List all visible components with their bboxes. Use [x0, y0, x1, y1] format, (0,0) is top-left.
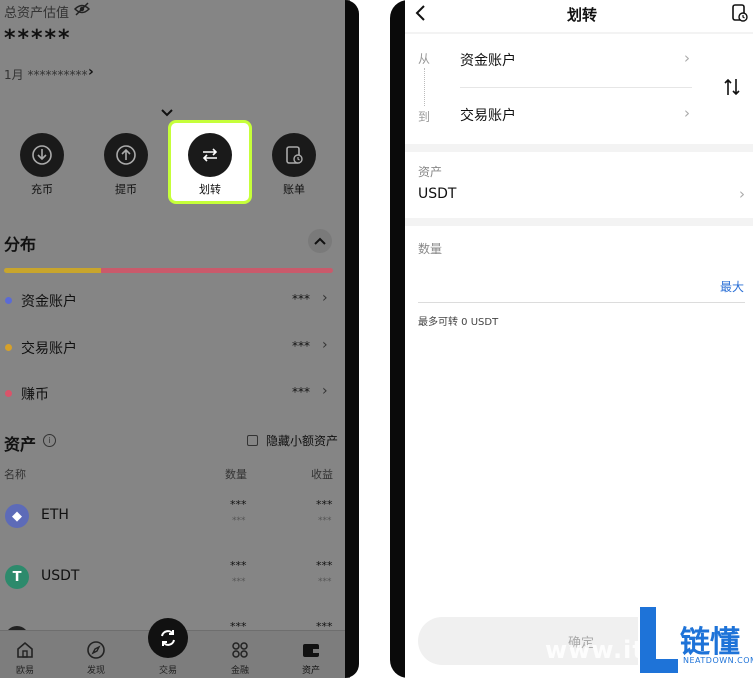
withdraw-label: 提币	[115, 183, 137, 196]
chevron-right-icon[interactable]: ›	[739, 185, 745, 203]
max-button[interactable]: 最大	[720, 278, 744, 295]
chevron-right-icon[interactable]: ›	[322, 337, 328, 353]
funding-account-name[interactable]: 资金账户	[21, 291, 77, 311]
back-arrow-icon[interactable]	[414, 4, 426, 26]
column-qty: 数量	[225, 468, 247, 481]
home-icon[interactable]	[15, 640, 35, 664]
discover-icon[interactable]	[86, 640, 106, 664]
coin-qty: ***	[230, 559, 247, 572]
chevron-right-icon[interactable]: ›	[322, 383, 328, 399]
quantity-underline	[418, 302, 745, 303]
wallet-icon[interactable]	[301, 640, 321, 664]
available-amount: 最多可转 0 USDT	[418, 317, 499, 328]
swap-icon[interactable]	[723, 77, 741, 101]
chevron-right-icon[interactable]: ›	[684, 49, 690, 67]
from-to-connector	[424, 68, 425, 106]
watermark-logo-foot	[640, 659, 678, 673]
transfer-label: 划转	[199, 183, 221, 196]
trade-nav-button[interactable]	[148, 618, 188, 658]
coin-earn: ***	[316, 498, 333, 511]
chevron-right-icon[interactable]: ›	[322, 290, 328, 306]
earn-dot	[5, 390, 12, 397]
coin-symbol[interactable]: ETH	[41, 507, 69, 523]
record-icon[interactable]	[731, 3, 749, 27]
bill-button[interactable]	[272, 133, 316, 177]
deposit-button[interactable]	[20, 133, 64, 177]
divider	[460, 87, 692, 88]
assets-title: 资产	[4, 435, 37, 454]
left-phone-bezel	[345, 0, 359, 678]
distribution-title: 分布	[4, 235, 37, 254]
quantity-input[interactable]	[418, 270, 718, 300]
eth-icon: ◆	[5, 504, 29, 528]
usdt-icon: T	[5, 565, 29, 589]
coin-earn: ***	[316, 559, 333, 572]
eye-off-icon[interactable]	[73, 1, 91, 21]
coin-earn-secondary: ***	[318, 577, 332, 587]
coin-symbol[interactable]: USDT	[41, 568, 79, 584]
trading-account-name[interactable]: 交易账户	[21, 338, 77, 358]
hide-small-checkbox[interactable]	[247, 435, 258, 446]
from-label: 从	[418, 52, 431, 66]
chevron-down-icon[interactable]	[161, 102, 173, 121]
total-assets-value: *****	[4, 26, 72, 51]
coin-qty-secondary: ***	[232, 577, 246, 587]
to-label: 到	[418, 110, 431, 124]
watermark-logo-bar	[640, 607, 656, 665]
bill-icon	[286, 146, 303, 164]
month-summary-label[interactable]: 1月 **********	[4, 66, 87, 83]
withdraw-button[interactable]	[104, 133, 148, 177]
nav-label[interactable]: 发现	[87, 663, 105, 676]
column-earn: 收益	[311, 468, 333, 481]
info-icon[interactable]: i	[43, 434, 56, 447]
asset-section	[405, 152, 753, 218]
nav-label[interactable]: 欧易	[16, 663, 34, 676]
left-phone-screen: 总资产估值 ***** 1月 ********** › 充币 提币 划转 账单 …	[0, 0, 350, 678]
funding-account-dot	[5, 297, 12, 304]
transfer-button[interactable]	[188, 133, 232, 177]
funding-account-value: ***	[292, 292, 310, 306]
distribution-bar-segment-earn	[101, 268, 333, 273]
coin-qty: ***	[230, 498, 247, 511]
hide-small-label[interactable]: 隐藏小额资产	[266, 432, 338, 449]
from-account[interactable]: 资金账户	[460, 50, 516, 70]
to-account[interactable]: 交易账户	[460, 105, 516, 125]
quantity-label: 数量	[418, 242, 443, 256]
coin-qty-secondary: ***	[232, 516, 246, 526]
nav-label[interactable]: 交易	[159, 663, 177, 676]
trade-icon	[161, 630, 175, 646]
withdraw-icon	[116, 145, 136, 165]
from-to-section	[405, 34, 753, 144]
watermark-domain: NEATDOWN.COM	[683, 656, 753, 665]
total-assets-label: 总资产估值	[4, 6, 70, 21]
chevron-right-icon[interactable]: ›	[684, 104, 690, 122]
earn-account-name[interactable]: 赚币	[21, 384, 49, 404]
column-name: 名称	[4, 468, 26, 481]
chevron-up-icon[interactable]	[308, 229, 332, 253]
transfer-icon	[202, 148, 218, 162]
asset-label: 资产	[418, 165, 443, 179]
deposit-icon	[32, 145, 52, 165]
asset-value[interactable]: USDT	[418, 186, 456, 202]
earn-account-value: ***	[292, 385, 310, 399]
nav-label[interactable]: 金融	[231, 663, 249, 676]
trading-account-value: ***	[292, 339, 310, 353]
finance-icon[interactable]	[230, 640, 250, 664]
distribution-bar-segment-trading	[4, 268, 101, 273]
watermark-brand: 链懂	[680, 625, 740, 660]
bill-label: 账单	[283, 183, 305, 196]
page-title: 划转	[567, 6, 598, 24]
deposit-label: 充币	[31, 183, 53, 196]
trading-account-dot	[5, 344, 12, 351]
right-phone-screen: 划转 从 到 资金账户 › 交易账户 › 资产 USDT › 数量 最大 最多可…	[405, 0, 753, 678]
chevron-right-icon[interactable]: ›	[88, 64, 94, 80]
coin-earn-secondary: ***	[318, 516, 332, 526]
nav-label[interactable]: 资产	[302, 663, 320, 676]
